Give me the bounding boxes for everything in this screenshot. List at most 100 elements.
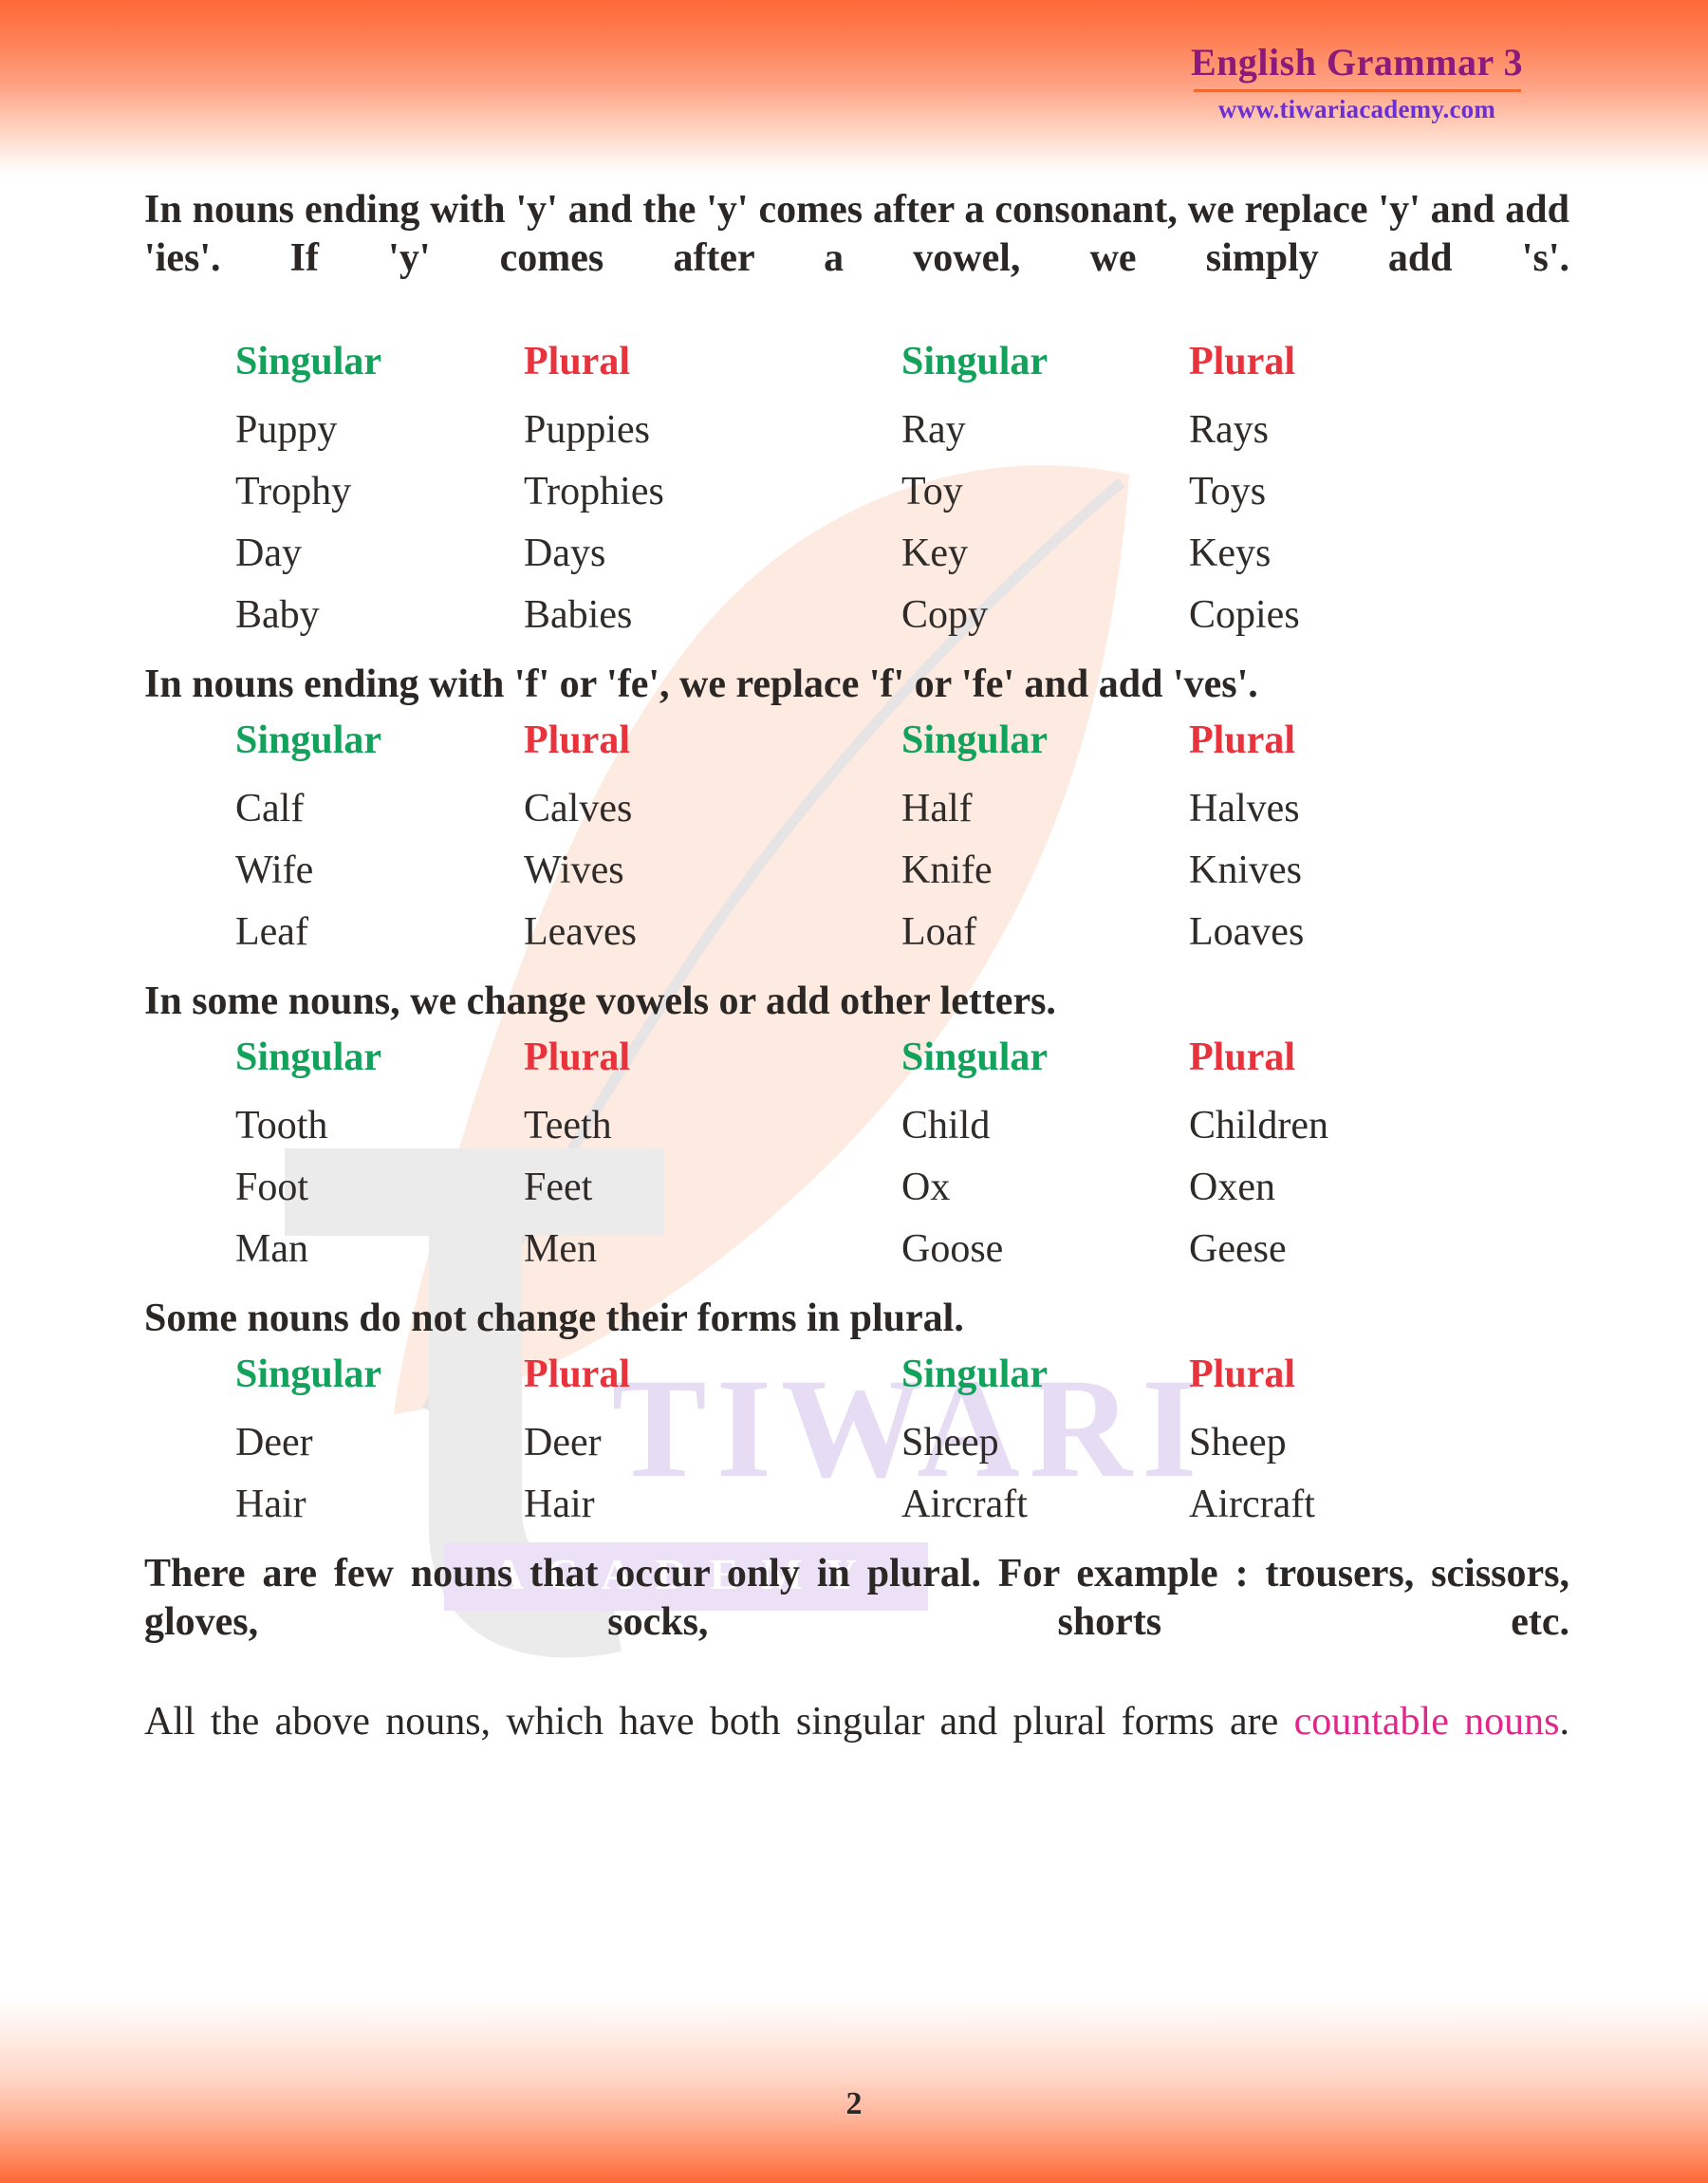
word-cell: Geese — [1189, 1227, 1287, 1272]
countable-period: . — [1559, 1700, 1570, 1745]
word-cell: Leaf — [235, 910, 308, 955]
word-cell: Men — [524, 1227, 597, 1272]
document-page: TIWARI ACADEMY English Grammar 3 www.tiw… — [0, 0, 1708, 2183]
table-header-row: Singular Plural Singular Plural — [144, 1353, 1569, 1421]
page-content: In nouns ending with 'y' and the 'y' com… — [144, 186, 1569, 1799]
word-cell: Hair — [524, 1482, 595, 1526]
word-cell: Baby — [235, 593, 320, 638]
section-heading-3: In some nouns, we change vowels or add o… — [144, 980, 1056, 1024]
table-row: Hair Hair Aircraft Aircraft — [144, 1483, 1569, 1544]
header-singular-left: Singular — [235, 718, 382, 763]
table-row: Foot Feet Ox Oxen — [144, 1166, 1569, 1227]
word-cell: Copy — [901, 593, 989, 638]
word-cell: Toys — [1189, 470, 1267, 514]
word-cell: Foot — [235, 1166, 309, 1210]
countable-nouns-term: countable nouns — [1293, 1700, 1560, 1745]
header-plural-right: Plural — [1189, 1352, 1295, 1396]
word-cell: Man — [235, 1227, 308, 1272]
book-title: English Grammar 3 — [1190, 41, 1523, 84]
word-cell: Child — [901, 1104, 991, 1148]
countable-lead-text: All the above nouns, which have both sin… — [144, 1700, 1294, 1745]
header-plural-right: Plural — [1189, 1036, 1295, 1080]
word-cell: Children — [1189, 1104, 1328, 1148]
word-cell: Teeth — [524, 1104, 612, 1148]
header-singular-right: Singular — [901, 1352, 1049, 1396]
title-divider — [1193, 89, 1521, 92]
word-cell: Knives — [1189, 849, 1302, 893]
table-row: Leaf Leaves Loaf Loaves — [144, 910, 1569, 972]
header-plural-right: Plural — [1189, 718, 1295, 763]
word-table-1: Singular Plural Singular Plural Puppy Pu… — [144, 340, 1569, 655]
table-header-row: Singular Plural Singular Plural — [144, 718, 1569, 787]
site-url[interactable]: www.tiwariacademy.com — [1044, 95, 1670, 124]
section-heading-2: In nouns ending with 'f' or 'fe', we rep… — [144, 662, 1258, 707]
word-table-3: Singular Plural Singular Plural Tooth Te… — [144, 1036, 1569, 1289]
header-plural-left: Plural — [524, 1352, 630, 1396]
word-table-4: Singular Plural Singular Plural Deer Dee… — [144, 1353, 1569, 1544]
word-cell: Puppy — [235, 408, 338, 453]
table-row: Calf Calves Half Halves — [144, 787, 1569, 849]
header-singular-right: Singular — [901, 340, 1049, 384]
word-cell: Deer — [524, 1420, 602, 1465]
word-cell: Sheep — [901, 1420, 999, 1465]
section-heading-4: Some nouns do not change their forms in … — [144, 1297, 964, 1341]
header-singular-left: Singular — [235, 1036, 382, 1080]
table-row: Tooth Teeth Child Children — [144, 1104, 1569, 1166]
word-cell: Day — [235, 532, 302, 576]
plural-only-line-1: There are few nouns that occur only in p… — [144, 1551, 1249, 1595]
table-row: Trophy Trophies Toy Toys — [144, 470, 1569, 532]
word-cell: Half — [901, 787, 973, 831]
word-cell: Days — [524, 532, 606, 576]
table-header-row: Singular Plural Singular Plural — [144, 340, 1569, 408]
header-singular-left: Singular — [235, 1352, 382, 1396]
word-cell: Babies — [524, 593, 633, 638]
word-cell: Halves — [1189, 787, 1300, 831]
word-cell: Aircraft — [901, 1482, 1028, 1526]
header-singular-left: Singular — [235, 340, 382, 384]
word-cell: Trophies — [524, 470, 664, 514]
header-plural-right: Plural — [1189, 340, 1295, 384]
header-plural-left: Plural — [524, 340, 630, 384]
word-cell: Puppies — [524, 408, 651, 453]
word-cell: Toy — [901, 470, 963, 514]
word-cell: Wife — [235, 849, 314, 893]
word-cell: Loaf — [901, 910, 977, 955]
word-cell: Calves — [524, 787, 633, 831]
word-cell: Ox — [901, 1166, 951, 1210]
word-cell: Knife — [901, 849, 993, 893]
word-cell: Hair — [235, 1482, 306, 1526]
header-singular-right: Singular — [901, 1036, 1049, 1080]
word-cell: Keys — [1189, 532, 1272, 576]
word-cell: Wives — [524, 849, 624, 893]
table-row: Deer Deer Sheep Sheep — [144, 1421, 1569, 1483]
plural-only-paragraph: There are few nouns that occur only in p… — [144, 1550, 1569, 1694]
word-cell: Leaves — [524, 910, 637, 955]
word-cell: Ray — [901, 408, 966, 453]
table-row: Day Days Key Keys — [144, 532, 1569, 593]
table-row: Wife Wives Knife Knives — [144, 849, 1569, 910]
table-header-row: Singular Plural Singular Plural — [144, 1036, 1569, 1104]
word-cell: Rays — [1189, 408, 1269, 453]
table-row: Puppy Puppies Ray Rays — [144, 408, 1569, 470]
word-cell: Copies — [1189, 593, 1300, 638]
countable-paragraph: All the above nouns, which have both sin… — [144, 1698, 1569, 1795]
word-cell: Calf — [235, 787, 305, 831]
word-cell: Aircraft — [1189, 1482, 1315, 1526]
word-cell: Feet — [524, 1166, 593, 1210]
word-cell: Sheep — [1189, 1420, 1287, 1465]
word-table-2: Singular Plural Singular Plural Calf Cal… — [144, 718, 1569, 972]
section-heading-1: In nouns ending with 'y' and the 'y' com… — [144, 188, 1569, 280]
page-number: 2 — [845, 2086, 863, 2121]
header-singular-right: Singular — [901, 718, 1049, 763]
word-cell: Deer — [235, 1420, 313, 1465]
header-plural-left: Plural — [524, 718, 630, 763]
word-cell: Tooth — [235, 1104, 328, 1148]
page-header: English Grammar 3 www.tiwariacademy.com — [1044, 0, 1708, 124]
word-cell: Trophy — [235, 470, 352, 514]
word-cell: Key — [901, 532, 968, 576]
word-cell: Goose — [901, 1227, 1004, 1272]
table-row: Baby Babies Copy Copies — [144, 593, 1569, 655]
word-cell: Oxen — [1189, 1166, 1275, 1210]
word-cell: Loaves — [1189, 910, 1305, 955]
table-row: Man Men Goose Geese — [144, 1227, 1569, 1289]
